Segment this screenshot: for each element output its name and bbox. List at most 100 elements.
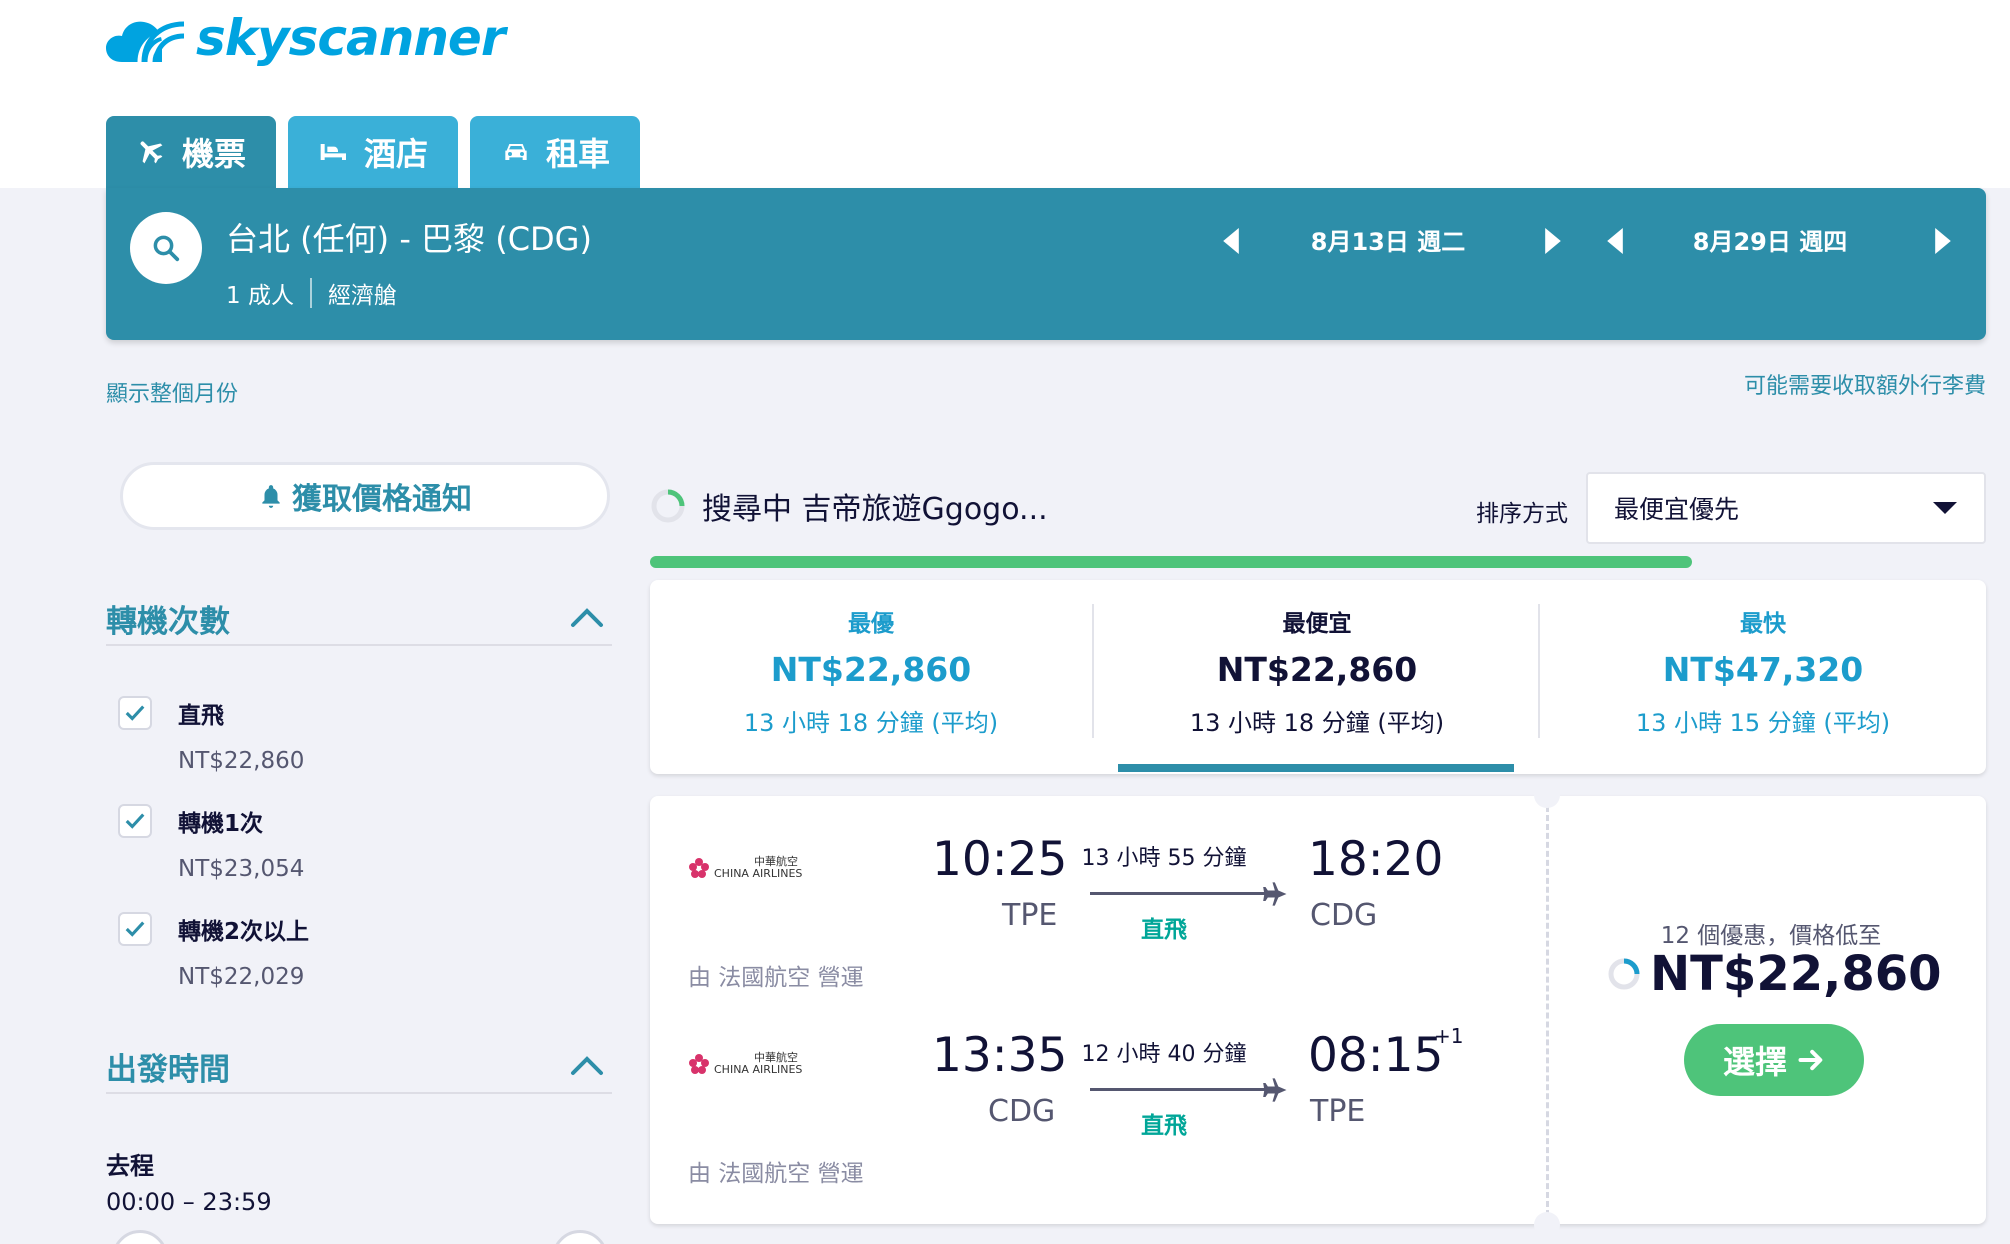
- search-icon: [153, 235, 180, 262]
- search-status: 搜尋中 吉帝旅遊Ggogo...: [650, 484, 1048, 528]
- show-whole-month-link[interactable]: 顯示整個月份: [106, 376, 238, 408]
- plane-icon: [140, 141, 163, 164]
- skyscanner-logo[interactable]: skyscanner: [104, 6, 506, 70]
- checkmark-icon: [125, 705, 145, 721]
- flight-result-card[interactable]: 中華航空 CHINA AIRLINES 10:25 TPE 13 小時 55 分…: [650, 782, 1986, 1238]
- tab-label: 機票: [182, 135, 247, 173]
- depart-airport: CDG: [988, 1094, 1056, 1129]
- return-next-button[interactable]: [1928, 226, 1958, 256]
- bell-icon: [262, 485, 280, 508]
- arrive-airport: TPE: [1310, 1094, 1366, 1129]
- divider: [1092, 604, 1094, 738]
- selected-tab-indicator: [1118, 764, 1514, 772]
- plum-blossom-icon: [689, 1054, 709, 1074]
- airline-name: CHINA AIRLINES: [714, 867, 803, 880]
- tab-hotels[interactable]: 酒店: [288, 116, 459, 188]
- day-offset: +1: [1434, 1024, 1464, 1048]
- search-progress-bar: [650, 556, 1692, 568]
- sort-value: 最便宜優先: [1614, 495, 1740, 524]
- operated-by: 由 法國航空 營運: [688, 965, 864, 991]
- stops-option-direct[interactable]: 直飛 NT$22,860: [118, 696, 304, 774]
- loading-spinner-icon: [651, 489, 685, 523]
- option-label: 直飛: [178, 703, 224, 729]
- departure-time-filter-title: 出發時間: [106, 1052, 230, 1088]
- summary-duration: 13 小時 15 分鐘 (平均): [1635, 709, 1891, 737]
- brand-name: skyscanner: [196, 9, 506, 67]
- search-button[interactable]: [130, 212, 202, 284]
- cloud-logo-icon: [106, 21, 185, 63]
- outbound-next-button[interactable]: [1538, 226, 1568, 256]
- arrow-right-icon: [1798, 1049, 1823, 1071]
- departure-time-filter-header[interactable]: 出發時間: [106, 1044, 612, 1094]
- sort-label: 排序方式: [1476, 501, 1568, 527]
- route-text[interactable]: 台北 (任何) - 巴黎 (CDG): [226, 214, 592, 260]
- summary-duration: 13 小時 18 分鐘 (平均): [1189, 709, 1445, 737]
- passenger-cabin-summary[interactable]: 1 成人 經濟艙: [226, 276, 397, 310]
- depart-airport: TPE: [1002, 898, 1058, 933]
- airline-name: CHINA AIRLINES: [714, 1063, 803, 1076]
- summary-cheapest[interactable]: 最便宜 NT$22,860 13 小時 18 分鐘 (平均): [1096, 604, 1538, 738]
- stops-filter-title: 轉機次數: [106, 604, 230, 640]
- return-prev-button[interactable]: [1600, 226, 1630, 256]
- ticket-divider: [1546, 806, 1549, 1216]
- time-slider-end-handle[interactable]: [552, 1230, 608, 1244]
- summary-price: NT$22,860: [770, 650, 972, 689]
- tab-flights[interactable]: 機票: [106, 116, 277, 188]
- loading-spinner-icon: [1608, 958, 1640, 990]
- outbound-prev-button[interactable]: [1216, 226, 1246, 256]
- summary-label: 最便宜: [1282, 611, 1352, 637]
- stops-filter-header[interactable]: 轉機次數: [106, 596, 612, 646]
- route-line: [1090, 1088, 1266, 1091]
- checkbox[interactable]: [118, 912, 152, 946]
- stops-option-one-stop[interactable]: 轉機1次 NT$23,054: [118, 804, 304, 882]
- plane-icon: [1263, 1078, 1287, 1102]
- sort-select[interactable]: 最便宜優先: [1586, 472, 1986, 544]
- return-date[interactable]: 8月29日 週四: [1670, 222, 1870, 257]
- price-alert-button[interactable]: 獲取價格通知: [120, 462, 610, 530]
- product-tabs: 機票 酒店 租車: [106, 116, 641, 188]
- option-label: 轉機2次以上: [178, 919, 310, 945]
- summary-price: NT$47,320: [1662, 650, 1864, 689]
- tab-car-hire[interactable]: 租車: [470, 116, 641, 188]
- leg-duration: 12 小時 40 分鐘: [1081, 1042, 1247, 1067]
- stops-option-two-plus[interactable]: 轉機2次以上 NT$22,029: [118, 912, 309, 990]
- search-summary-bar[interactable]: 台北 (任何) - 巴黎 (CDG) 1 成人 經濟艙 8月13日 週二 8月2…: [106, 188, 1986, 340]
- airline-logo: 中華航空 CHINA AIRLINES: [688, 856, 802, 880]
- stops-label: 直飛: [1141, 1113, 1187, 1139]
- arrive-time: 08:15: [1308, 1028, 1444, 1083]
- summary-label: 最優: [848, 611, 894, 637]
- checkbox[interactable]: [118, 696, 152, 730]
- chevron-up-icon[interactable]: [570, 606, 604, 628]
- tab-label: 租車: [546, 135, 611, 173]
- time-slider-start-handle[interactable]: [112, 1230, 168, 1244]
- outbound-leg-label: 去程: [106, 1152, 154, 1180]
- chevron-left-icon: [1607, 228, 1623, 254]
- status-text: 搜尋中 吉帝旅遊Ggogo...: [702, 492, 1048, 527]
- chevron-right-icon: [1935, 228, 1951, 254]
- option-price: NT$23,054: [178, 856, 305, 882]
- cabin-class: 經濟艙: [327, 283, 397, 309]
- chevron-up-icon[interactable]: [570, 1054, 604, 1076]
- checkbox[interactable]: [118, 804, 152, 838]
- outbound-date[interactable]: 8月13日 週二: [1288, 222, 1488, 257]
- divider: [1538, 604, 1540, 738]
- summary-fastest[interactable]: 最快 NT$47,320 13 小時 15 分鐘 (平均): [1542, 604, 1984, 738]
- stops-label: 直飛: [1141, 917, 1187, 943]
- ticket-notch: [1534, 782, 1560, 808]
- result-price: NT$22,860: [1606, 946, 1942, 1002]
- operated-by: 由 法國航空 營運: [688, 1161, 864, 1187]
- plane-icon: [1263, 882, 1287, 906]
- summary-price: NT$22,860: [1216, 650, 1418, 689]
- bed-icon: [320, 144, 347, 160]
- price-value: NT$22,860: [1650, 946, 1942, 1002]
- option-price: NT$22,860: [178, 748, 305, 774]
- select-flight-button[interactable]: 選擇: [1684, 1024, 1864, 1096]
- summary-duration: 13 小時 18 分鐘 (平均): [743, 709, 999, 737]
- leg-duration: 13 小時 55 分鐘: [1081, 846, 1247, 871]
- baggage-fee-link[interactable]: 可能需要收取額外行李費: [1744, 368, 1986, 400]
- caret-down-icon: [1933, 502, 1957, 514]
- summary-best[interactable]: 最優 NT$22,860 13 小時 18 分鐘 (平均): [650, 604, 1092, 738]
- plum-blossom-icon: [689, 858, 709, 878]
- results-summary-tabs: 最優 NT$22,860 13 小時 18 分鐘 (平均) 最便宜 NT$22,…: [650, 580, 1986, 774]
- checkmark-icon: [125, 921, 145, 937]
